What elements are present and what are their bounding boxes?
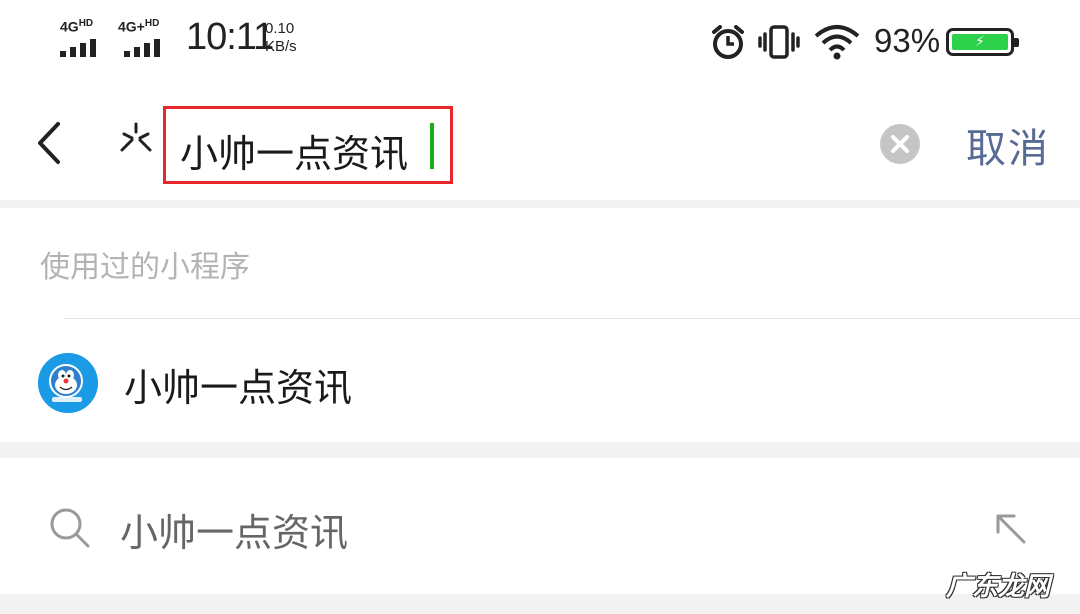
search-suggestion[interactable]: 小帅一点资讯 [0,458,1080,594]
net-speed-value: 0.10 [265,20,295,37]
wifi-icon [814,25,860,60]
status-time: 10:11 [186,16,274,58]
sim1-sup: HD [78,18,94,29]
fill-arrow-icon[interactable] [990,508,1030,548]
search-query-text: 小帅一点资讯 [180,132,409,176]
mini-program-icon [120,122,152,152]
vibrate-icon [758,25,800,59]
doraemon-avatar-icon [38,353,98,413]
sim1-signal-icon: 4GHD [60,18,106,57]
search-input[interactable]: 小帅一点资讯 [163,106,453,184]
sim2-sup: HD [144,18,160,29]
text-caret [430,123,434,169]
clear-icon[interactable] [880,124,920,164]
sim1-label: 4G [60,18,79,35]
back-arrow-icon[interactable] [30,118,70,168]
suggestion-text: 小帅一点资讯 [120,511,349,555]
sim2-signal-icon: 4G+HD [118,18,168,57]
net-speed-unit: KB/s [265,38,297,55]
cancel-button[interactable]: 取消 [966,116,1050,174]
sim2-label: 4G+ [118,18,145,35]
alarm-icon [712,25,744,59]
battery-icon: ⚡ [946,28,1019,56]
net-speed: 0.10 KB/s [265,20,297,56]
status-bar: 4GHD 4G+HD 10:11 0.10 KB/s 93% ⚡ [0,0,1080,86]
list-item[interactable]: 小帅一点资讯 [0,319,1080,442]
section-title: 使用过的小程序 [40,250,250,285]
watermark: 广东龙网 [946,572,1051,602]
search-bar: 小帅一点资讯 取消 [0,86,1080,200]
recent-mini-programs-section: 使用过的小程序 小帅一点资讯 [0,208,1080,442]
battery-percent: 93% [874,22,941,59]
mini-program-name: 小帅一点资讯 [124,366,353,410]
charging-bolt-icon: ⚡ [952,34,1008,50]
search-icon [50,508,90,548]
